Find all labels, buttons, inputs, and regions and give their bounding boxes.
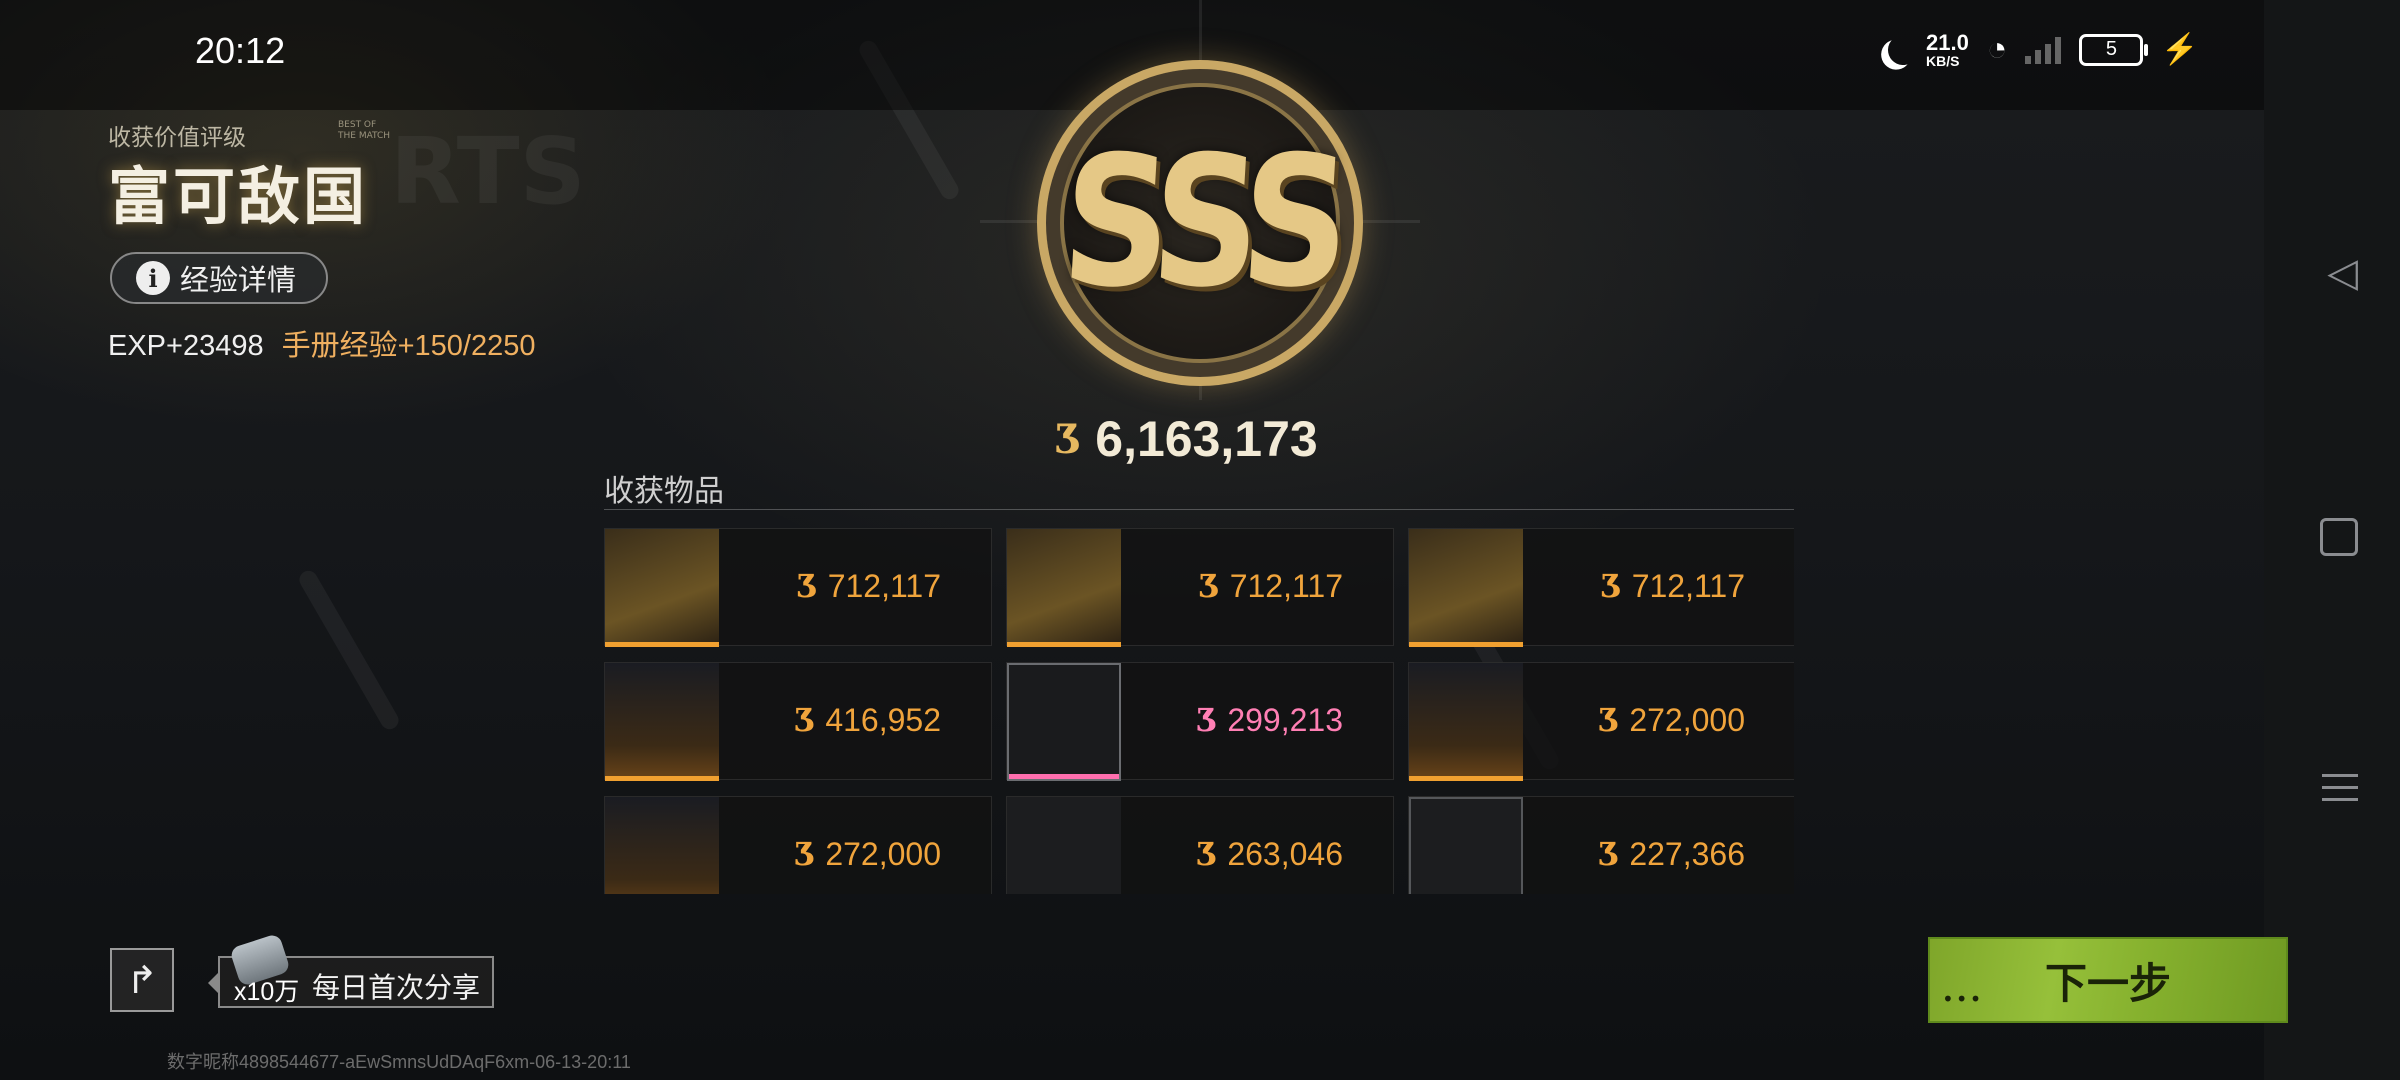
loot-price-value: 299,213 — [1227, 701, 1343, 738]
grade-emblem: SSS — [1037, 60, 1363, 386]
exp-summary: EXP+23498 手册经验+150/2250 — [108, 322, 536, 364]
status-time: 20:12 — [195, 30, 286, 71]
best-of-line-2: THE MATCH — [338, 131, 391, 141]
device-icon — [1409, 663, 1523, 781]
loot-item[interactable]: Ʒ 272,000 — [604, 796, 992, 894]
battery-icon: 5 — [2079, 33, 2149, 66]
total-value: Ʒ 6,163,173 — [1055, 410, 1318, 468]
loot-price: Ʒ 272,000 — [1598, 701, 1745, 739]
coin-icon: Ʒ — [796, 567, 818, 605]
loot-item[interactable]: Ʒ 712,117 — [1006, 528, 1394, 647]
loot-grid: Ʒ 712,117 Ʒ 712,117 Ʒ 712,117 Ʒ 416,952 Ʒ 299… — [604, 528, 1794, 894]
coin-icon: Ʒ — [794, 835, 816, 873]
loot-price-value: 712,117 — [1229, 567, 1343, 604]
net-speed-unit: KB/S — [1926, 52, 1960, 69]
coin-icon: Ʒ — [794, 701, 816, 739]
secret-document-icon — [605, 529, 719, 647]
loot-item[interactable]: Ʒ 272,000 — [1408, 662, 1794, 781]
loot-price-value: 712,117 — [827, 567, 941, 604]
charging-icon: ⚡ — [2161, 33, 2199, 66]
coin-icon: Ʒ — [1196, 835, 1218, 873]
player-id: 数字昵称4898544677-aEwSmnsUdDAqF6xm-06-13-20… — [167, 1052, 631, 1072]
loot-item[interactable]: Ʒ 263,046 — [1006, 796, 1394, 894]
loot-price: Ʒ 263,046 — [1196, 835, 1343, 873]
best-of-line-1: BEST OF — [338, 120, 377, 130]
bat-icon — [1007, 797, 1121, 894]
grade-text: SSS — [1056, 118, 1344, 328]
status-icons: 21.0 KB/S ◔ 5 ⚡ — [1878, 30, 2199, 69]
home-icon[interactable] — [2320, 518, 2358, 556]
battery-level: 5 — [2105, 38, 2117, 60]
coin-icon: Ʒ — [1598, 835, 1620, 873]
back-icon[interactable]: ◁ — [2327, 250, 2358, 296]
exp-details-label: 经验详情 — [180, 263, 297, 297]
loot-price-value: 227,366 — [1629, 835, 1745, 872]
device-icon — [605, 797, 719, 894]
loot-item[interactable]: Ʒ 416,952 — [604, 662, 992, 781]
coin-icon: Ʒ — [1198, 567, 1220, 605]
loot-title: 收获物品 — [604, 474, 724, 509]
exp-details-button[interactable]: i 经验详情 — [110, 252, 328, 304]
moon-icon — [1884, 30, 1922, 68]
loot-price-value: 416,952 — [825, 701, 941, 738]
loot-item[interactable]: Ʒ 227,366 — [1408, 796, 1794, 894]
coin-icon: Ʒ — [1055, 415, 1082, 463]
loot-price: Ʒ 712,117 — [1199, 567, 1343, 605]
share-label: 每日首次分享 — [312, 971, 481, 1004]
next-button-label: 下一步 — [2044, 958, 2171, 1008]
share-icon: ↱ — [126, 958, 158, 1002]
secret-document-icon — [1007, 529, 1121, 647]
coin-icon: Ʒ — [1600, 567, 1622, 605]
share-button[interactable]: ↱ — [110, 948, 174, 1012]
loot-item[interactable]: Ʒ 299,213 — [1006, 662, 1394, 781]
loot-price: Ʒ 299,213 — [1196, 701, 1343, 739]
loot-price: Ʒ 227,366 — [1598, 835, 1745, 873]
cable-icon — [1409, 797, 1523, 894]
rifle-icon — [1007, 663, 1121, 781]
recents-icon[interactable] — [2322, 765, 2358, 810]
loot-price-value: 712,117 — [1631, 567, 1745, 604]
next-button[interactable]: ••• 下一步 — [1928, 937, 2288, 1023]
loot-item[interactable]: Ʒ 712,117 — [1408, 528, 1794, 647]
loot-price: Ʒ 272,000 — [794, 835, 941, 873]
info-icon: i — [136, 261, 170, 295]
net-speed: 21.0 KB/S — [1926, 29, 1969, 69]
loot-price: Ʒ 712,117 — [1601, 567, 1745, 605]
signal-icon — [2025, 36, 2062, 64]
exp-gain: EXP+23498 — [108, 330, 264, 362]
coin-icon: Ʒ — [1598, 701, 1620, 739]
wifi-icon: ◔ — [1986, 30, 2008, 68]
loot-price-value: 272,000 — [1629, 701, 1745, 738]
loot-price: Ʒ 416,952 — [794, 701, 941, 739]
loot-item[interactable]: Ʒ 712,117 — [604, 528, 992, 647]
total-value-amount: 6,163,173 — [1095, 411, 1318, 467]
coin-icon: Ʒ — [1196, 701, 1218, 739]
best-of-badge: BEST OF THE MATCH — [338, 120, 390, 142]
loot-price-value: 263,046 — [1227, 835, 1343, 872]
loot-divider — [604, 509, 1794, 510]
background-watermark: RTS — [390, 118, 586, 225]
rating-title: 富可敌国 — [108, 160, 369, 233]
loot-price-value: 272,000 — [825, 835, 941, 872]
crab-figurine-icon — [605, 663, 719, 781]
loot-price: Ʒ 712,117 — [797, 567, 941, 605]
net-speed-value: 21.0 — [1926, 29, 1969, 55]
secret-document-icon — [1409, 529, 1523, 647]
daily-share-reward: x10万 每日首次分享 — [208, 932, 494, 1008]
dots-icon: ••• — [1942, 987, 1984, 1011]
handbook-exp: 手册经验+150/2250 — [281, 330, 536, 362]
reward-multiplier: x10万 — [234, 978, 300, 1006]
